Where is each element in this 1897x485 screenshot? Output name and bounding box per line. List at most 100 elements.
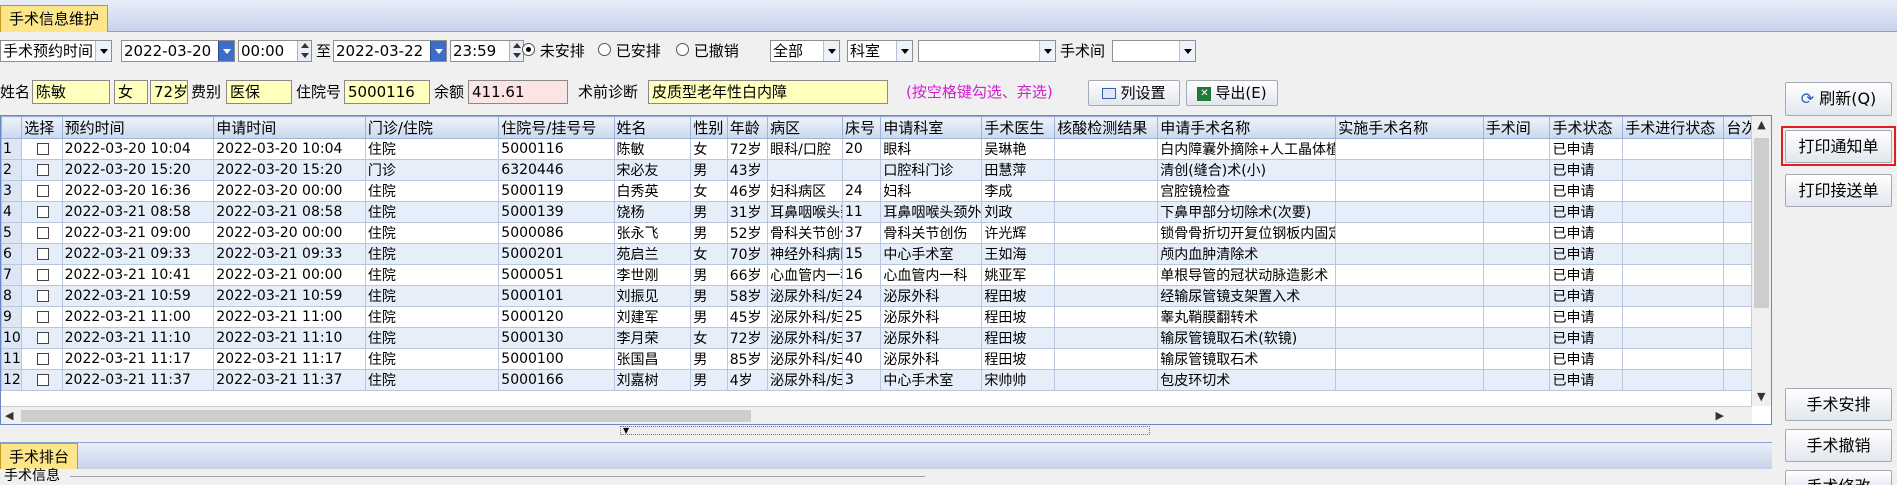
row-checkbox[interactable] <box>36 374 49 386</box>
select-cell[interactable] <box>21 222 63 244</box>
dept-value-select[interactable] <box>918 40 1056 62</box>
column-header[interactable] <box>1 116 23 139</box>
column-settings-button[interactable]: 列设置 <box>1088 80 1180 106</box>
table-row[interactable]: 6 2022-03-21 09:33 2022-03-21 09:33 住院 50002… <box>1 243 1771 265</box>
export-button[interactable]: ✕ 导出(E) <box>1186 80 1278 106</box>
row-checkbox[interactable] <box>36 185 49 197</box>
table-row[interactable]: 2 2022-03-20 15:20 2022-03-20 15:20 门诊 63204… <box>1 159 1771 181</box>
radio-dot-icon[interactable] <box>598 43 611 56</box>
date-to-picker[interactable]: 2022-03-22 <box>333 40 447 62</box>
table-row[interactable]: 5 2022-03-21 09:00 2022-03-20 00:00 住院 50000… <box>1 222 1771 244</box>
table-row[interactable]: 7 2022-03-21 10:41 2022-03-21 00:00 住院 50000… <box>1 264 1771 286</box>
column-header[interactable]: 病区 <box>767 116 843 139</box>
column-header[interactable]: 申请手术名称 <box>1157 116 1337 139</box>
cancel-surgery-button[interactable]: 手术撤销 <box>1785 429 1892 462</box>
column-header[interactable]: 手术状态 <box>1549 116 1624 139</box>
table-row[interactable]: 8 2022-03-21 10:59 2022-03-21 10:59 住院 50001… <box>1 285 1771 307</box>
table-row[interactable]: 4 2022-03-21 08:58 2022-03-21 08:58 住院 50001… <box>1 201 1771 223</box>
chevron-down-icon[interactable] <box>896 41 912 61</box>
column-header[interactable]: 手术进行状态 <box>1622 116 1725 139</box>
calendar-dropdown-icon[interactable] <box>430 41 446 61</box>
arrange-surgery-button[interactable]: 手术安排 <box>1785 388 1892 421</box>
spin-arrows-icon[interactable] <box>509 41 523 61</box>
select-cell[interactable] <box>21 138 63 160</box>
chevron-down-icon[interactable] <box>95 41 111 61</box>
column-header[interactable]: 住院号/挂号号 <box>498 116 615 139</box>
horizontal-scrollbar[interactable]: ◀ ▶ <box>1 406 1752 424</box>
select-cell[interactable] <box>21 306 63 328</box>
scroll-right-icon[interactable]: ▶ <box>1716 407 1724 424</box>
table-row[interactable]: 9 2022-03-21 11:00 2022-03-21 11:00 住院 50001… <box>1 306 1771 328</box>
column-header[interactable]: 年龄 <box>726 116 769 139</box>
column-header[interactable]: 床号 <box>841 116 882 139</box>
fee-type-field[interactable]: 医保 <box>226 80 292 104</box>
table-row[interactable]: 11 2022-03-21 11:17 2022-03-21 11:17 住院 5000… <box>1 348 1771 370</box>
radio-unarranged[interactable]: 未安排 <box>522 40 585 62</box>
select-cell[interactable] <box>21 180 63 202</box>
column-header[interactable]: 核酸检测结果 <box>1054 116 1159 139</box>
select-cell[interactable] <box>21 285 63 307</box>
spin-arrows-icon[interactable] <box>297 41 311 61</box>
table-row[interactable]: 3 2022-03-20 16:36 2022-03-20 00:00 住院 50001… <box>1 180 1771 202</box>
select-cell[interactable] <box>21 159 63 181</box>
column-header[interactable]: 实施手术名称 <box>1335 116 1484 139</box>
select-cell[interactable] <box>21 369 63 391</box>
scroll-left-icon[interactable]: ◀ <box>5 407 13 424</box>
time-from-input[interactable]: 00:00 <box>238 40 312 62</box>
patient-age-field[interactable]: 72岁 <box>150 80 188 104</box>
print-transfer-button[interactable]: 打印接送单 <box>1785 174 1892 207</box>
hscroll-thumb[interactable] <box>21 410 751 422</box>
column-header[interactable]: 手术间 <box>1482 116 1551 139</box>
radio-dot-icon[interactable] <box>522 43 535 56</box>
print-notice-button[interactable]: 打印通知单 <box>1785 130 1892 163</box>
chevron-down-icon[interactable] <box>1179 41 1195 61</box>
row-checkbox[interactable] <box>36 248 49 260</box>
scope-select[interactable]: 全部 <box>770 40 840 62</box>
column-header[interactable]: 申请科室 <box>880 116 983 139</box>
select-cell[interactable] <box>21 348 63 370</box>
scroll-up-icon[interactable]: ▲ <box>1752 116 1771 134</box>
calendar-dropdown-icon[interactable] <box>218 41 234 61</box>
column-header[interactable]: 门诊/住院 <box>364 116 500 139</box>
chevron-down-icon[interactable] <box>823 41 839 61</box>
select-cell[interactable] <box>21 264 63 286</box>
row-checkbox[interactable] <box>36 269 49 281</box>
column-header[interactable]: 预约时间 <box>61 116 215 139</box>
column-header[interactable]: 手术医生 <box>981 116 1056 139</box>
refresh-button[interactable]: ⟳ 刷新(Q) <box>1785 82 1892 116</box>
table-row[interactable]: 10 2022-03-21 11:10 2022-03-21 11:10 住院 5000… <box>1 327 1771 349</box>
row-checkbox[interactable] <box>36 290 49 302</box>
diagnosis-field[interactable]: 皮质型老年性白内障 <box>648 80 888 104</box>
row-checkbox[interactable] <box>36 332 49 344</box>
patient-sex-field[interactable]: 女 <box>114 80 148 104</box>
row-checkbox[interactable] <box>36 353 49 365</box>
column-header[interactable]: 选择 <box>21 116 63 139</box>
radio-arranged[interactable]: 已安排 <box>598 40 661 62</box>
row-checkbox[interactable] <box>36 164 49 176</box>
date-from-picker[interactable]: 2022-03-20 <box>121 40 235 62</box>
row-checkbox[interactable] <box>36 143 49 155</box>
column-header[interactable]: 申请时间 <box>213 116 366 139</box>
dept-select[interactable]: 科室 <box>847 40 913 62</box>
patient-name-field[interactable]: 陈敏 <box>32 80 110 104</box>
time-type-select[interactable]: 手术预约时间 <box>0 40 112 62</box>
row-checkbox[interactable] <box>36 206 49 218</box>
room-select[interactable] <box>1112 40 1196 62</box>
inpatient-no-field[interactable]: 5000116 <box>344 80 430 104</box>
balance-field[interactable]: 411.61 <box>468 80 568 104</box>
scroll-thumb[interactable] <box>1754 138 1769 308</box>
vertical-scrollbar[interactable]: ▲ ▼ <box>1751 116 1771 406</box>
modify-surgery-button[interactable]: 手术修改 <box>1785 470 1892 485</box>
column-header[interactable]: 性别 <box>690 116 728 139</box>
radio-dot-icon[interactable] <box>676 43 689 56</box>
time-to-input[interactable]: 23:59 <box>450 40 524 62</box>
scroll-down-icon[interactable]: ▼ <box>1757 388 1765 406</box>
row-checkbox[interactable] <box>36 227 49 239</box>
tab-surgery-info[interactable]: 手术信息维护 <box>0 5 109 32</box>
select-cell[interactable] <box>21 243 63 265</box>
row-checkbox[interactable] <box>36 311 49 323</box>
tab-surgery-schedule[interactable]: 手术排台 <box>0 443 79 469</box>
radio-cancelled[interactable]: 已撤销 <box>676 40 739 62</box>
table-row[interactable]: 1 2022-03-20 10:04 2022-03-20 10:04 住院 50001… <box>1 138 1771 160</box>
table-row[interactable]: 12 2022-03-21 11:37 2022-03-21 11:37 住院 5000… <box>1 369 1771 391</box>
